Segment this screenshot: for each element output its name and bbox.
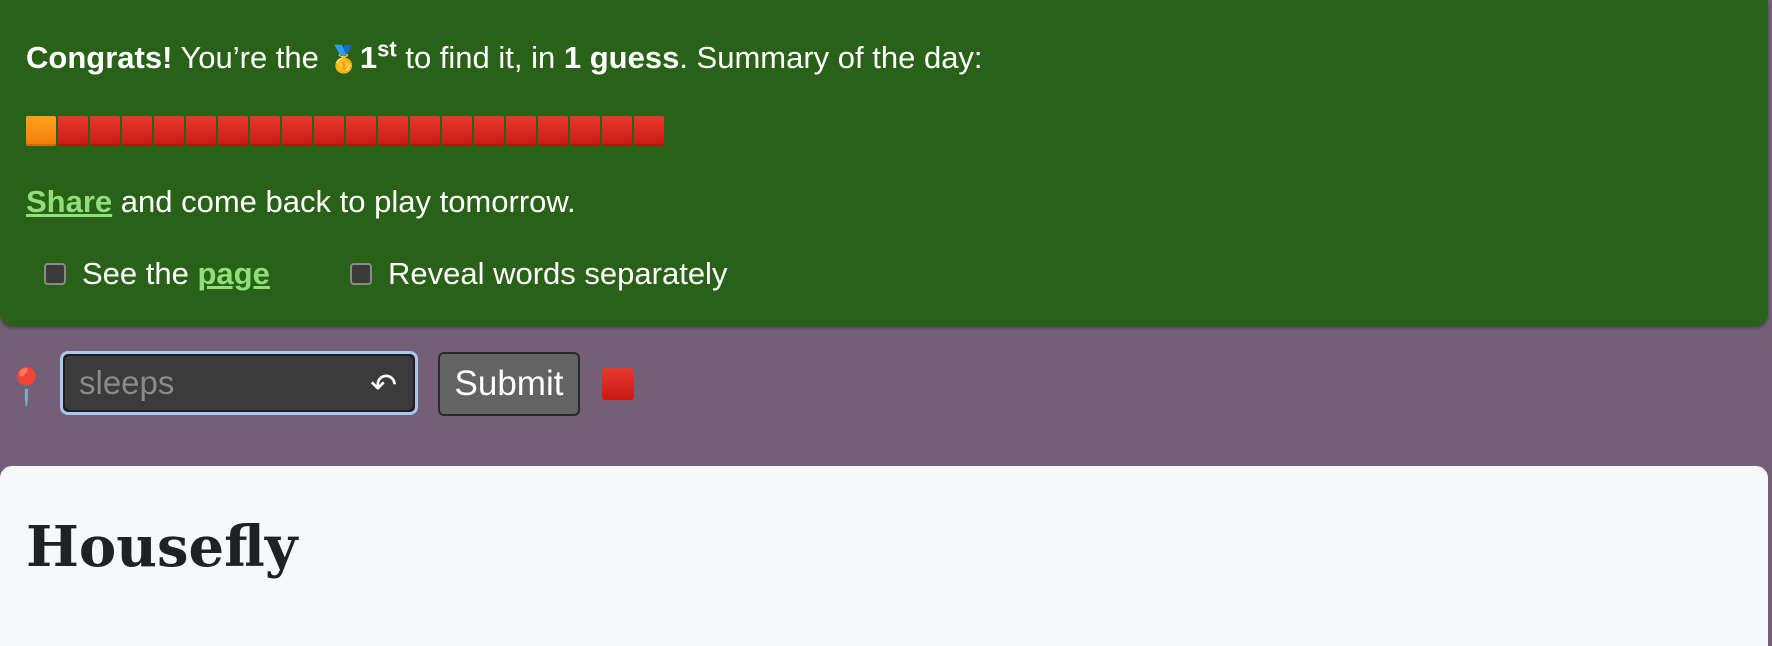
guess-input[interactable]: [65, 356, 413, 410]
congrats-message: Congrats! You’re the 🥇1st to find it, in…: [26, 36, 983, 81]
reveal-words-checkbox[interactable]: [350, 263, 372, 285]
summary-square: [58, 116, 88, 146]
summary-square: [314, 116, 344, 146]
summary-square: [250, 116, 280, 146]
congrats-post: . Summary of the day:: [679, 40, 983, 75]
summary-square: [602, 116, 632, 146]
summary-squares: [26, 116, 666, 148]
guess-status-square: [602, 368, 634, 400]
congrats-mid: to find it, in: [396, 40, 564, 75]
rank-number: 1: [359, 40, 378, 75]
option-reveal-words[interactable]: Reveal words separately: [350, 256, 727, 292]
gold-medal-icon: 🥇: [327, 44, 360, 74]
reveal-words-label: Reveal words separately: [388, 256, 728, 291]
summary-square: [538, 116, 568, 146]
summary-square: [634, 116, 664, 146]
summary-square: [186, 116, 216, 146]
undo-icon[interactable]: ↶: [370, 366, 397, 404]
summary-square: [474, 116, 504, 146]
guess-input-wrapper[interactable]: ↶: [60, 351, 418, 415]
share-line: Share and come back to play tomorrow.: [26, 184, 576, 220]
summary-square: [442, 116, 472, 146]
congrats-pre: You’re the: [172, 40, 328, 75]
see-page-label: See the: [82, 256, 189, 291]
pin-icon: 📍: [4, 366, 49, 407]
summary-square: [26, 116, 56, 146]
summary-square: [378, 116, 408, 146]
win-banner: Congrats! You’re the 🥇1st to find it, in…: [0, 0, 1768, 326]
summary-square: [154, 116, 184, 146]
summary-square: [90, 116, 120, 146]
summary-square: [218, 116, 248, 146]
submit-button[interactable]: Submit: [438, 352, 580, 416]
article-panel: Housefly: [0, 466, 1768, 646]
summary-square: [122, 116, 152, 146]
share-rest: and come back to play tomorrow.: [112, 184, 576, 219]
rank-suffix: st: [377, 36, 397, 62]
option-see-page[interactable]: See the page: [44, 256, 270, 292]
article-title: Housefly: [26, 514, 298, 580]
page-link[interactable]: page: [198, 256, 270, 292]
guess-count: 1 guess: [563, 40, 680, 75]
summary-square: [570, 116, 600, 146]
share-link[interactable]: Share: [26, 184, 112, 219]
summary-square: [506, 116, 536, 146]
summary-square: [410, 116, 440, 146]
see-page-checkbox[interactable]: [44, 263, 66, 285]
summary-square: [282, 116, 312, 146]
summary-square: [346, 116, 376, 146]
congrats-bold: Congrats!: [26, 40, 173, 75]
